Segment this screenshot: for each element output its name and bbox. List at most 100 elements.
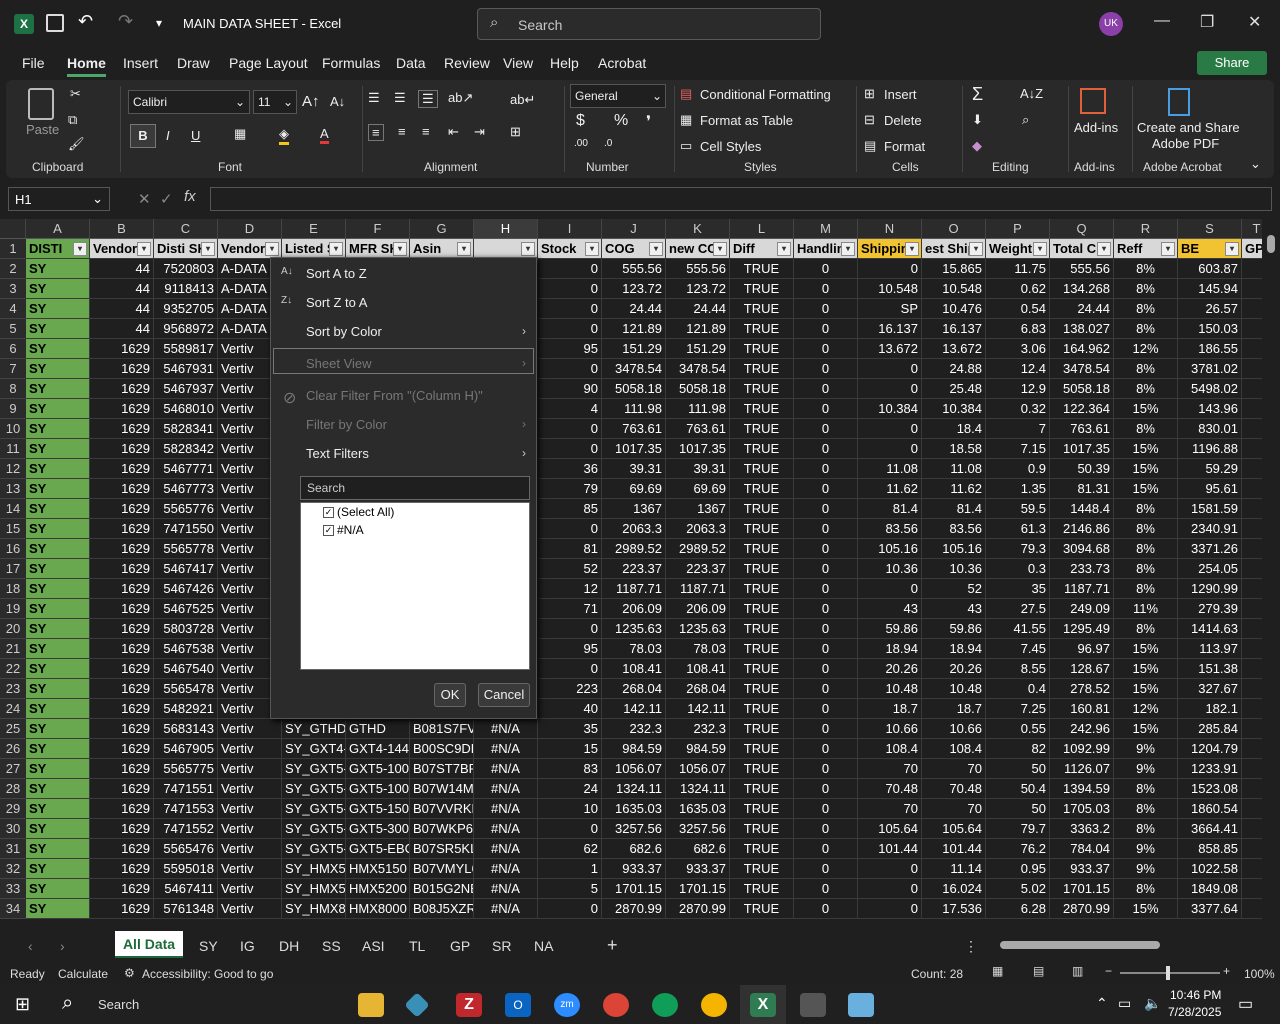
filter-value-list[interactable]: ✓ (Select All) ✓ #N/A <box>300 502 530 670</box>
table-cell[interactable]: 142.11 <box>666 699 730 719</box>
table-cell[interactable]: 1.35 <box>986 479 1050 499</box>
table-cell[interactable]: TRUE <box>730 319 794 339</box>
menu-data[interactable]: Data <box>396 55 426 71</box>
table-cell[interactable]: SY <box>26 319 90 339</box>
chrome-icon-3[interactable] <box>701 993 727 1017</box>
table-cell[interactable]: 59.29 <box>1178 459 1242 479</box>
table-cell[interactable]: 3371.26 <box>1178 539 1242 559</box>
table-cell[interactable]: 52 <box>922 579 986 599</box>
header-cell[interactable]: Asin ▾ <box>410 239 474 259</box>
table-cell[interactable]: GTHD <box>346 719 410 739</box>
table-cell[interactable]: 223 <box>538 679 602 699</box>
table-cell[interactable]: 81.4 <box>858 499 922 519</box>
table-cell[interactable]: #N/A <box>474 799 538 819</box>
column-header[interactable]: P <box>986 219 1050 239</box>
column-header[interactable]: L <box>730 219 794 239</box>
column-header[interactable]: R <box>1114 219 1178 239</box>
table-cell[interactable]: 20.26 <box>858 659 922 679</box>
table-cell[interactable]: 81 <box>538 539 602 559</box>
table-cell[interactable]: 164.962 <box>1050 339 1114 359</box>
table-cell[interactable]: 15% <box>1114 459 1178 479</box>
sort-z-to-a[interactable]: Sort Z to A <box>306 295 367 310</box>
table-cell[interactable]: 15 <box>538 739 602 759</box>
table-cell[interactable]: 0 <box>794 559 858 579</box>
table-cell[interactable]: 0 <box>794 319 858 339</box>
font-name-select[interactable]: Calibri ⌄ <box>128 90 250 114</box>
table-cell[interactable]: 1629 <box>90 619 154 639</box>
table-cell[interactable]: TRUE <box>730 259 794 279</box>
table-cell[interactable]: 5498.02 <box>1178 379 1242 399</box>
table-cell[interactable]: TRUE <box>730 899 794 919</box>
table-cell[interactable]: 18.94 <box>922 639 986 659</box>
table-cell[interactable]: 5828342 <box>154 439 218 459</box>
table-cell[interactable]: 27.5 <box>986 599 1050 619</box>
table-cell[interactable]: Vertiv <box>218 759 282 779</box>
table-cell[interactable]: 9% <box>1114 759 1178 779</box>
decrease-font-icon[interactable]: A↓ <box>330 94 345 109</box>
table-cell[interactable]: SY <box>26 299 90 319</box>
table-cell[interactable]: 0 <box>794 439 858 459</box>
table-cell[interactable]: 0 <box>794 739 858 759</box>
close-icon[interactable]: ✕ <box>1248 12 1261 32</box>
table-cell[interactable] <box>1242 799 1262 819</box>
table-cell[interactable]: 121.89 <box>602 319 666 339</box>
table-cell[interactable]: 223.37 <box>602 559 666 579</box>
table-cell[interactable]: 1701.15 <box>1050 879 1114 899</box>
insert-cells-icon[interactable]: ⊞ <box>864 86 875 102</box>
table-cell[interactable]: 0 <box>794 799 858 819</box>
table-cell[interactable]: 10.548 <box>922 279 986 299</box>
table-cell[interactable]: 206.09 <box>666 599 730 619</box>
table-cell[interactable]: SY <box>26 819 90 839</box>
row-header[interactable]: 19 <box>0 599 26 619</box>
row-header[interactable]: 33 <box>0 879 26 899</box>
table-cell[interactable]: 70.48 <box>858 779 922 799</box>
table-cell[interactable]: SY <box>26 839 90 859</box>
underline-button[interactable]: U <box>191 128 200 143</box>
table-cell[interactable]: TRUE <box>730 479 794 499</box>
table-cell[interactable]: 1629 <box>90 739 154 759</box>
table-cell[interactable]: 160.81 <box>1050 699 1114 719</box>
header-cell[interactable]: Reff ▾ <box>1114 239 1178 259</box>
format-cells-button[interactable]: Format <box>884 139 925 154</box>
redo-icon[interactable]: ↷ <box>118 11 133 32</box>
horizontal-scrollbar[interactable] <box>990 939 1260 951</box>
decrease-decimal-icon[interactable]: .0 <box>604 138 612 149</box>
table-cell[interactable]: 0 <box>538 279 602 299</box>
table-cell[interactable]: 5058.18 <box>602 379 666 399</box>
table-cell[interactable]: 5467525 <box>154 599 218 619</box>
table-cell[interactable]: 5467773 <box>154 479 218 499</box>
table-cell[interactable] <box>1242 499 1262 519</box>
font-size-select[interactable]: 11 ⌄ <box>253 90 297 114</box>
search-box[interactable]: ⌕ Search <box>477 8 821 40</box>
table-cell[interactable]: 1367 <box>602 499 666 519</box>
table-cell[interactable]: 1017.35 <box>666 439 730 459</box>
column-header[interactable]: I <box>538 219 602 239</box>
conditional-formatting-button[interactable]: Conditional Formatting <box>700 87 831 102</box>
table-cell[interactable]: 232.3 <box>666 719 730 739</box>
table-cell[interactable]: 12 <box>538 579 602 599</box>
table-cell[interactable]: 35 <box>538 719 602 739</box>
table-cell[interactable]: 10.66 <box>858 719 922 739</box>
table-cell[interactable]: SY <box>26 659 90 679</box>
table-cell[interactable]: 25.48 <box>922 379 986 399</box>
filter-dropdown-icon[interactable]: ▾ <box>1033 242 1047 256</box>
table-cell[interactable]: 0 <box>858 579 922 599</box>
table-cell[interactable]: SY <box>26 719 90 739</box>
filter-dropdown-icon[interactable]: ▾ <box>329 242 343 256</box>
row-header[interactable]: 12 <box>0 459 26 479</box>
table-cell[interactable]: 122.364 <box>1050 399 1114 419</box>
header-cell[interactable]: ▾ <box>474 239 538 259</box>
table-cell[interactable]: 8% <box>1114 879 1178 899</box>
table-cell[interactable]: 41.55 <box>986 619 1050 639</box>
table-cell[interactable] <box>1242 419 1262 439</box>
table-cell[interactable]: 1581.59 <box>1178 499 1242 519</box>
find-select-icon[interactable]: ⌕ <box>1022 112 1029 128</box>
zoom-out-icon[interactable]: − <box>1105 964 1112 978</box>
table-cell[interactable]: SY <box>26 599 90 619</box>
table-cell[interactable]: 1235.63 <box>666 619 730 639</box>
chrome-icon-2[interactable] <box>652 993 678 1017</box>
table-cell[interactable]: 1629 <box>90 539 154 559</box>
customize-qat-icon[interactable]: ▾ <box>156 16 162 30</box>
table-cell[interactable]: 223.37 <box>666 559 730 579</box>
table-cell[interactable]: 11.75 <box>986 259 1050 279</box>
